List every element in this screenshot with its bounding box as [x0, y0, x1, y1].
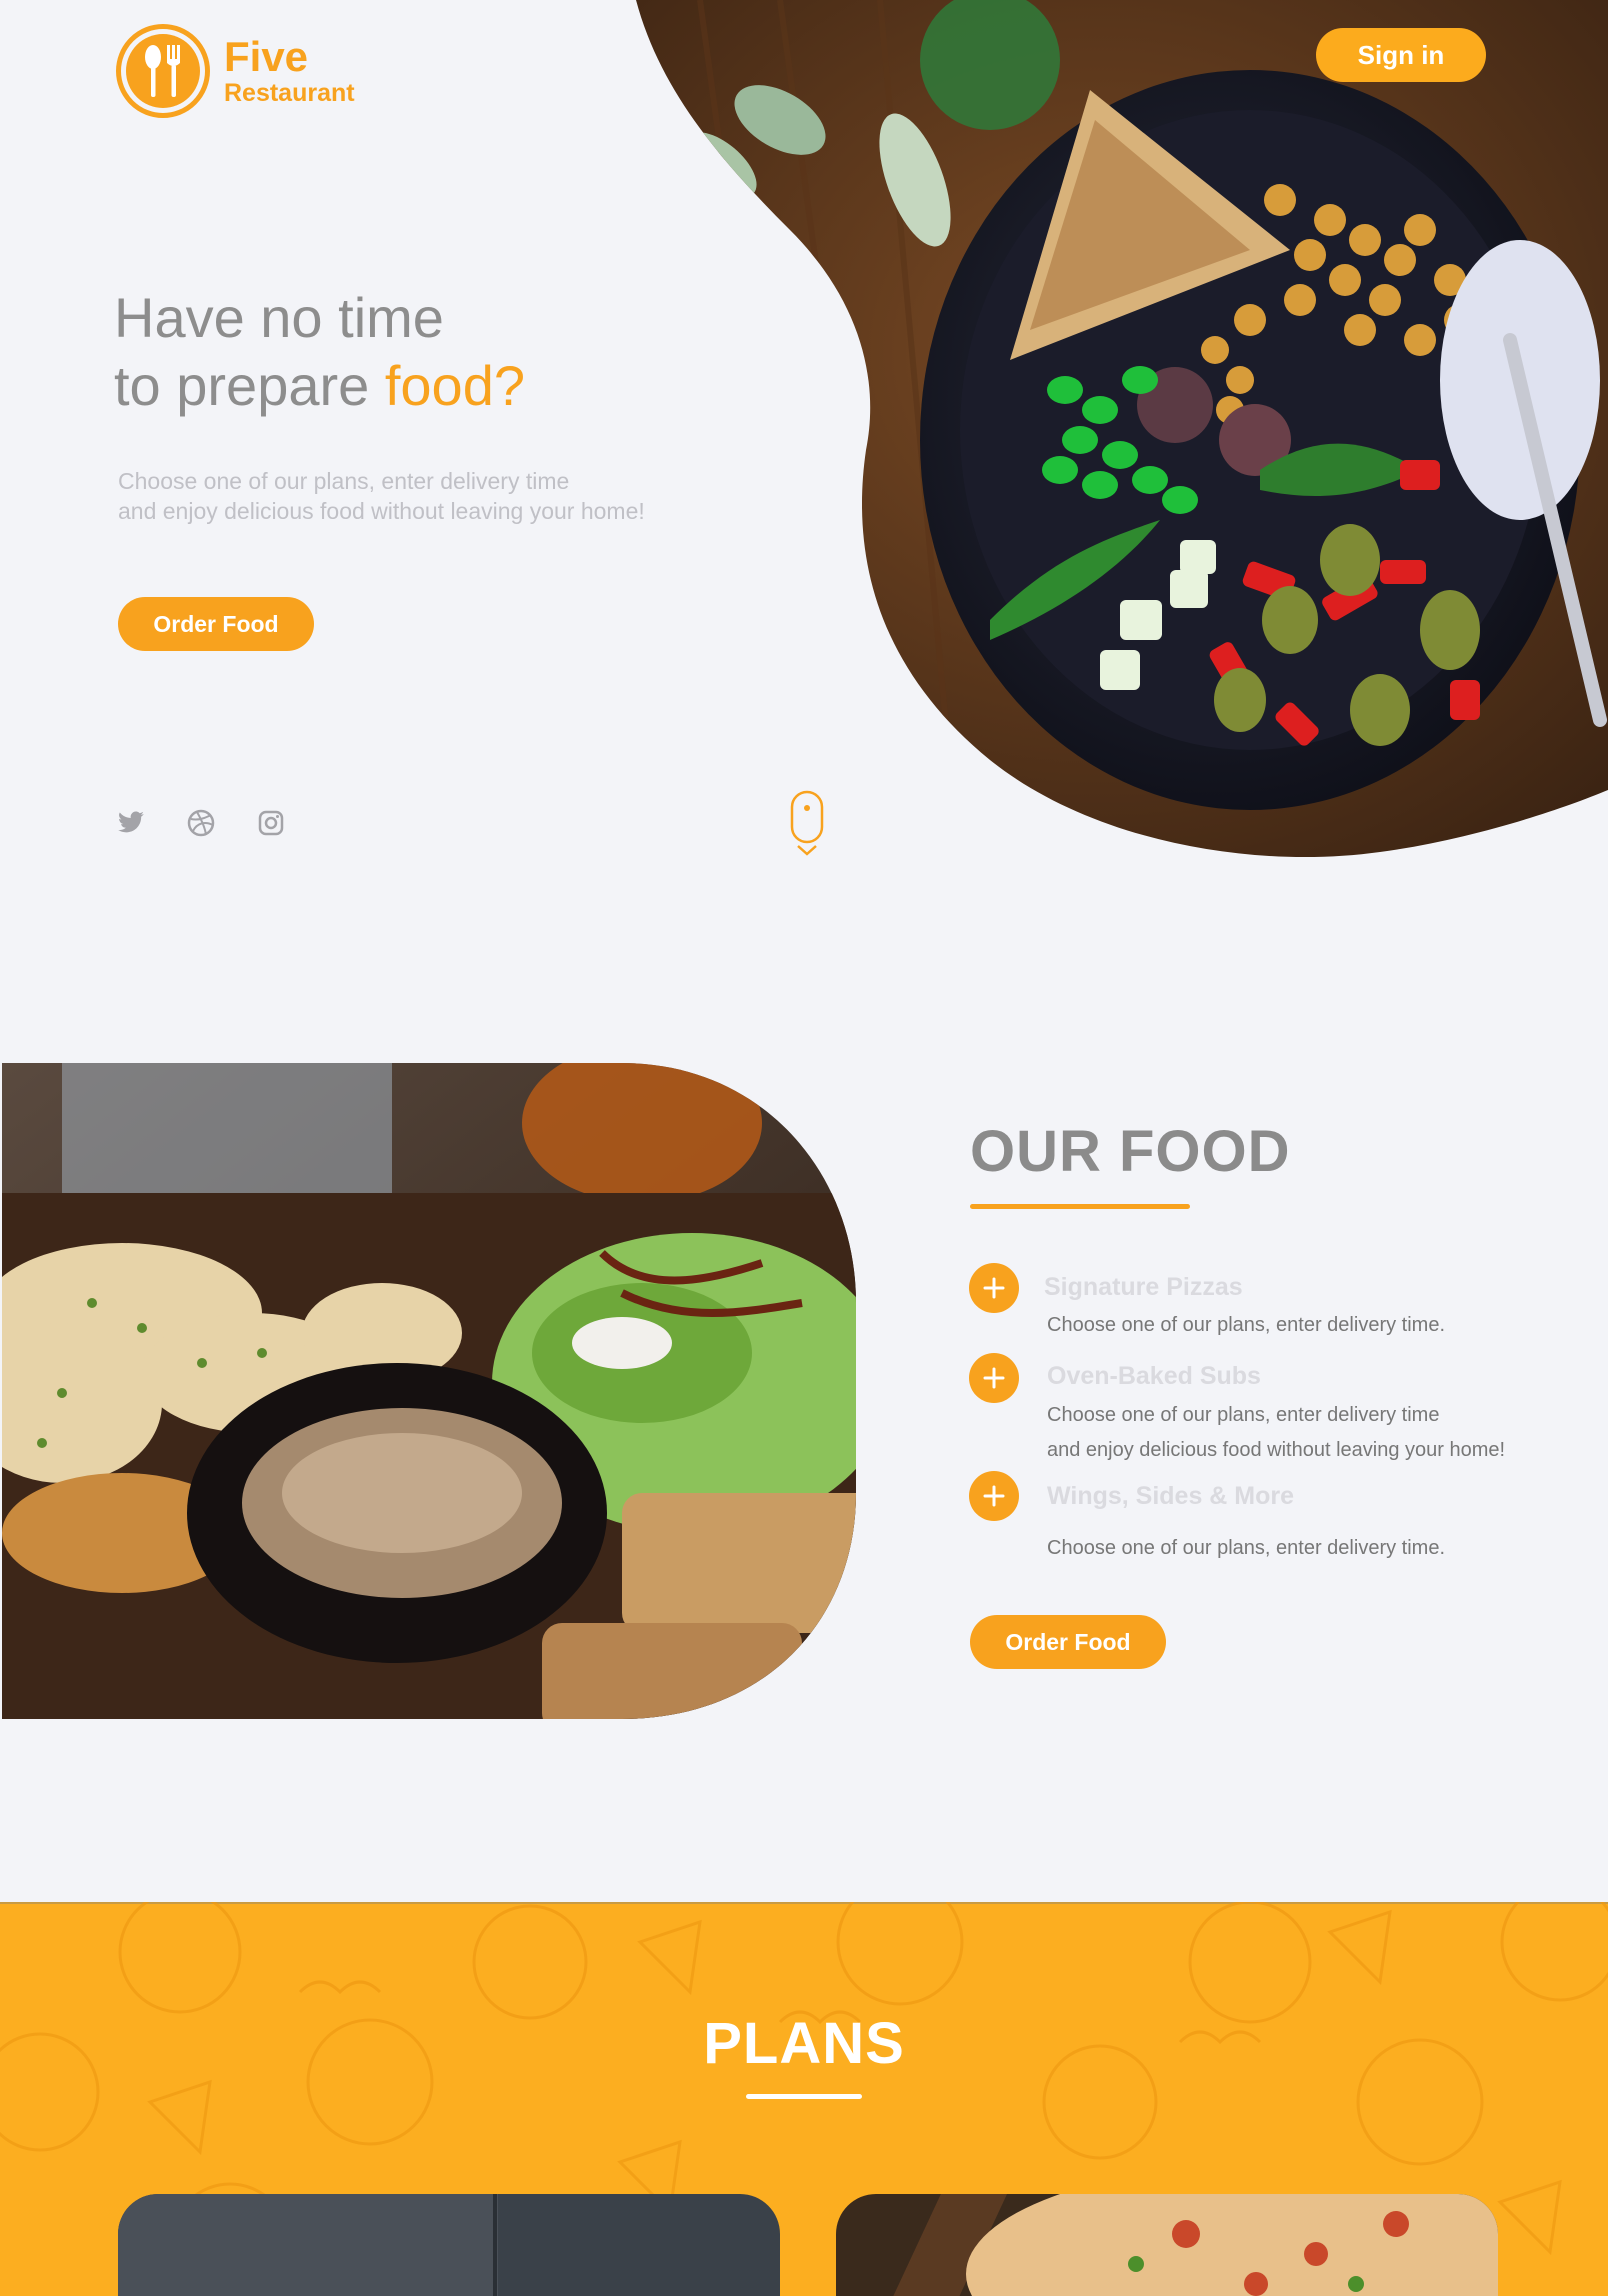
food-platter-image	[2, 1063, 856, 1719]
spoon-fork-icon	[126, 34, 200, 108]
food-item-3-desc: Choose one of our plans, enter delivery …	[1047, 1531, 1445, 1566]
plan-card-2[interactable]	[836, 2194, 1498, 2296]
food-item-2-title[interactable]: Oven-Baked Subs	[1047, 1362, 1261, 1391]
hero-description: Choose one of our plans, enter delivery …	[118, 466, 645, 526]
food-item-1-title[interactable]: Signature Pizzas	[1044, 1273, 1243, 1302]
hero-desc-line2: and enjoy delicious food without leaving…	[118, 498, 645, 524]
food-item-2-desc: Choose one of our plans, enter delivery …	[1047, 1398, 1505, 1468]
food-item-3-desc-line1: Choose one of our plans, enter delivery …	[1047, 1537, 1445, 1559]
food-item-1-plus-icon[interactable]	[969, 1263, 1019, 1313]
plan-card-2-image	[836, 2194, 1498, 2296]
plans-underline	[746, 2094, 862, 2099]
hero-title: Have no time to prepare food?	[114, 284, 525, 420]
plan-card-1[interactable]	[118, 2194, 780, 2296]
hero-food-bowl-image	[636, 0, 1608, 858]
hero-order-food-button[interactable]: Order Food	[118, 597, 314, 651]
instagram-icon[interactable]	[256, 808, 286, 838]
brand-logo[interactable]: Five Restaurant	[116, 24, 355, 118]
food-item-1-desc-line1: Choose one of our plans, enter delivery …	[1047, 1314, 1445, 1336]
twitter-icon[interactable]	[116, 808, 146, 838]
our-food-order-button[interactable]: Order Food	[970, 1615, 1166, 1669]
food-item-3-title[interactable]: Wings, Sides & More	[1047, 1482, 1294, 1511]
mouse-scroll-icon[interactable]	[788, 790, 826, 863]
hero-desc-line1: Choose one of our plans, enter delivery …	[118, 468, 570, 494]
food-item-2-plus-icon[interactable]	[969, 1353, 1019, 1403]
food-item-3-plus-icon[interactable]	[969, 1471, 1019, 1521]
hero-title-line1: Have no time	[114, 286, 444, 349]
dribbble-icon[interactable]	[186, 808, 216, 838]
signin-button[interactable]: Sign in	[1316, 28, 1486, 82]
food-item-1-desc: Choose one of our plans, enter delivery …	[1047, 1308, 1445, 1343]
hero-section: Five Restaurant Sign in Have no time to …	[0, 0, 1608, 880]
food-item-2-desc-line1: Choose one of our plans, enter delivery …	[1047, 1404, 1440, 1426]
logo-text: Five Restaurant	[224, 33, 355, 108]
our-food-underline	[970, 1204, 1190, 1209]
hero-title-line2-prefix: to prepare	[114, 354, 385, 417]
our-food-title: OUR FOOD	[970, 1119, 1291, 1184]
brand-subtitle: Restaurant	[224, 79, 355, 107]
logo-mark	[116, 24, 210, 118]
food-item-2-desc-line2: and enjoy delicious food without leaving…	[1047, 1439, 1506, 1461]
plans-title: PLANS	[703, 2011, 905, 2076]
brand-name: Five	[224, 33, 309, 80]
hero-title-accent: food?	[384, 354, 525, 417]
plan-card-1-image	[118, 2194, 780, 2296]
plans-section: PLANS	[0, 1902, 1608, 2296]
